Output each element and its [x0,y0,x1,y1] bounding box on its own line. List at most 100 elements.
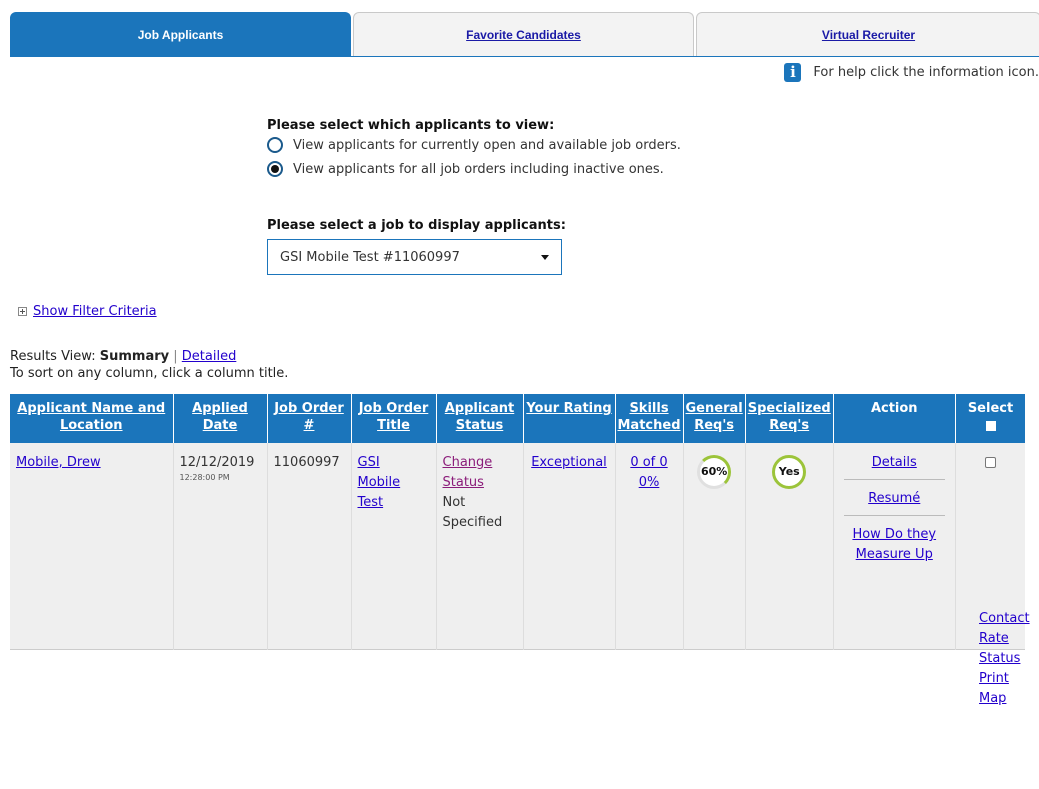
header-text: Action [870,401,918,416]
col-applicant-status[interactable]: Applicant Status [436,394,524,443]
measure-text: Measure Up [855,547,933,562]
tab-label: Favorite Candidates [466,27,581,42]
results-summary: Summary [99,349,170,364]
job-selection-title: Please select a job to display applicant… [267,218,566,233]
tab-job-applicants[interactable]: Job Applicants [10,12,351,56]
resume-link[interactable]: Resumé [868,491,920,506]
col-action: Action [833,394,956,443]
measure-up-link[interactable]: How Do they Measure Up [852,527,936,562]
information-icon[interactable]: i [784,62,802,82]
skills-matched-link[interactable]: 0 of 0 0% [630,455,667,490]
job-title-link[interactable]: GSI Mobile Test [358,455,401,510]
cell-specialized-reqs: Yes [745,443,834,649]
title-text: GSI [357,455,380,470]
results-detailed-link[interactable]: Detailed [182,349,237,364]
rate-link[interactable]: Rate [979,629,1030,649]
col-skills-matched[interactable]: Skills Matched [615,394,684,443]
col-job-title[interactable]: Job Order Title [351,394,437,443]
measure-text: How Do they [852,527,937,542]
header-text: Applicant [444,401,515,416]
radio-all-jobs[interactable] [267,161,283,177]
cell-applied-date: 12/12/2019 12:28:00 PM [173,443,268,649]
header-text: Job Order [274,401,344,416]
results-separator: | [173,349,178,364]
status-text: Not [442,495,466,510]
col-select: Select [955,394,1026,443]
header-text: Date [202,418,238,433]
cell-applicant-name: Mobile, Drew [10,443,174,649]
bulk-action-links: Contact Rate Status Print Map [979,609,1030,709]
header-text: Job Order [358,401,429,416]
header-text: Matched [617,418,681,433]
rating-link[interactable]: Exceptional [531,455,607,470]
title-text: Mobile [357,475,401,490]
change-status-text: Status [442,475,484,490]
tab-favorite-candidates[interactable]: Favorite Candidates [353,12,694,56]
contact-link[interactable]: Contact [979,609,1030,629]
col-your-rating[interactable]: Your Rating [523,394,616,443]
col-applied-date[interactable]: Applied Date [173,394,268,443]
chevron-down-icon [541,254,549,260]
status-link[interactable]: Status [979,649,1030,669]
details-link[interactable]: Details [872,455,917,470]
skills-text: 0 of 0 [630,455,668,470]
tab-virtual-recruiter[interactable]: Virtual Recruiter [696,12,1039,56]
title-text: Test [357,495,384,510]
cell-skills-matched: 0 of 0 0% [615,443,684,649]
filter-toggle[interactable]: Show Filter Criteria [18,304,157,319]
job-select-value: GSI Mobile Test #11060997 [280,249,460,265]
print-link[interactable]: Print [979,669,1030,689]
job-order-number: 11060997 [273,455,340,470]
header-text: # [303,418,315,433]
header-text: Your Rating [526,401,612,416]
footer-cell [10,648,1026,789]
results-label: Results View: [10,349,96,364]
tab-label: Job Applicants [137,27,224,42]
resume-action: Resumé [843,489,945,516]
header-text: Select [967,401,1014,416]
change-status-link[interactable]: Change Status [443,455,493,490]
applied-date: 12/12/2019 [179,455,255,470]
general-reqs-indicator[interactable]: 60% [697,455,732,489]
table-row-footer [10,648,1026,789]
col-general-reqs[interactable]: General Req's [683,394,746,443]
applicant-name-link[interactable]: Mobile, Drew [16,455,101,470]
general-reqs-value: 60% [700,465,728,478]
skills-text: 0% [638,475,660,490]
col-job-order[interactable]: Job Order # [267,394,352,443]
radio-open-jobs[interactable] [267,137,283,153]
cell-job-title: GSI Mobile Test [351,443,437,649]
expand-icon[interactable] [18,307,27,316]
radio-option-open[interactable]: View applicants for currently open and a… [267,133,681,157]
header-text: Applied [192,401,248,416]
show-filter-link[interactable]: Show Filter Criteria [33,304,157,319]
job-selection: Please select a job to display applicant… [267,218,566,275]
header-text: Req's [694,418,735,433]
sort-hint: To sort on any column, click a column ti… [10,366,289,381]
cell-applicant-status: Change Status Not Specified [436,443,524,649]
tab-label: Virtual Recruiter [821,27,916,42]
help-bar: i For help click the information icon. [784,62,1039,82]
header-text: Skills [629,401,669,416]
header-text: Title [377,418,410,433]
col-specialized-reqs[interactable]: Specialized Req's [745,394,834,443]
specialized-reqs-indicator[interactable]: Yes [772,455,807,489]
help-text: For help click the information icon. [813,64,1039,80]
header-text: Location [59,418,123,433]
radio-option-all[interactable]: View applicants for all job orders inclu… [267,157,681,181]
col-applicant-name[interactable]: Applicant Name and Location [10,394,174,443]
tab-divider [10,56,1039,57]
radio-label: View applicants for currently open and a… [293,137,681,153]
view-selection: Please select which applicants to view: … [267,118,681,181]
select-all-checkbox[interactable] [985,421,996,431]
details-action: Details [843,453,945,480]
tab-bar: Job Applicants Favorite Candidates Virtu… [10,12,1039,56]
header-text: Status [455,418,504,433]
results-view: Results View: Summary | Detailed To sort… [10,348,288,382]
job-select[interactable]: GSI Mobile Test #11060997 [267,239,562,275]
map-link[interactable]: Map [979,689,1030,709]
specialized-reqs-value: Yes [778,465,800,478]
header-text: General [685,401,743,416]
cell-general-reqs: 60% [683,443,746,649]
row-select-checkbox[interactable] [985,457,996,468]
